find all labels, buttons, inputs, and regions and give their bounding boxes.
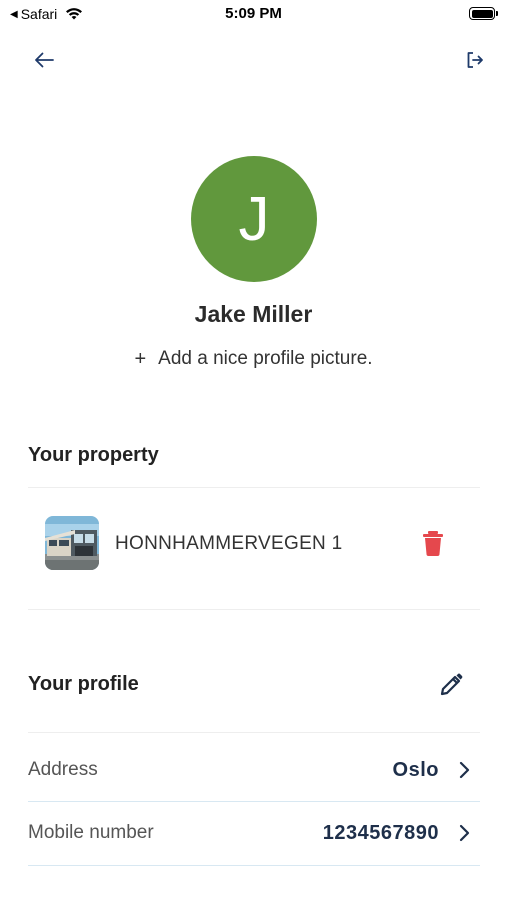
back-button[interactable] xyxy=(30,47,58,73)
profile-section-title: Your profile xyxy=(28,673,139,695)
divider xyxy=(28,732,480,733)
house-photo xyxy=(45,516,99,570)
address-value: Oslo xyxy=(392,759,439,781)
address-label: Address xyxy=(28,759,98,780)
property-name[interactable]: HONNHAMMERVEGEN 1 xyxy=(115,533,343,555)
battery-icon xyxy=(469,7,498,20)
pencil-icon xyxy=(440,673,463,696)
avatar-initial: J xyxy=(238,185,270,254)
mobile-number-value: 1234567890 xyxy=(322,822,439,844)
user-name: Jake Miller xyxy=(194,301,313,327)
mobile-number-label: Mobile number xyxy=(28,822,154,843)
add-profile-picture-button[interactable]: + Add a nice profile picture. xyxy=(0,348,507,371)
divider xyxy=(28,609,480,610)
property-thumbnail[interactable] xyxy=(45,516,99,570)
chevron-right-icon xyxy=(459,824,470,842)
arrow-left-icon xyxy=(35,52,54,68)
divider xyxy=(28,865,480,866)
chevron-right-icon xyxy=(459,761,470,779)
add-picture-label: Add a nice profile picture. xyxy=(158,348,373,369)
property-section-title: Your property xyxy=(28,444,159,466)
logout-button[interactable] xyxy=(463,48,487,72)
delete-property-button[interactable] xyxy=(421,529,445,557)
trash-icon xyxy=(423,531,443,556)
status-bar: ◀ Safari 5:09 PM xyxy=(0,0,507,28)
divider xyxy=(28,801,480,802)
plus-icon: + xyxy=(134,348,147,370)
divider xyxy=(28,487,480,488)
edit-profile-button[interactable] xyxy=(437,671,465,699)
avatar[interactable]: J xyxy=(191,156,317,282)
status-time: 5:09 PM xyxy=(225,5,282,22)
logout-icon xyxy=(467,52,483,68)
